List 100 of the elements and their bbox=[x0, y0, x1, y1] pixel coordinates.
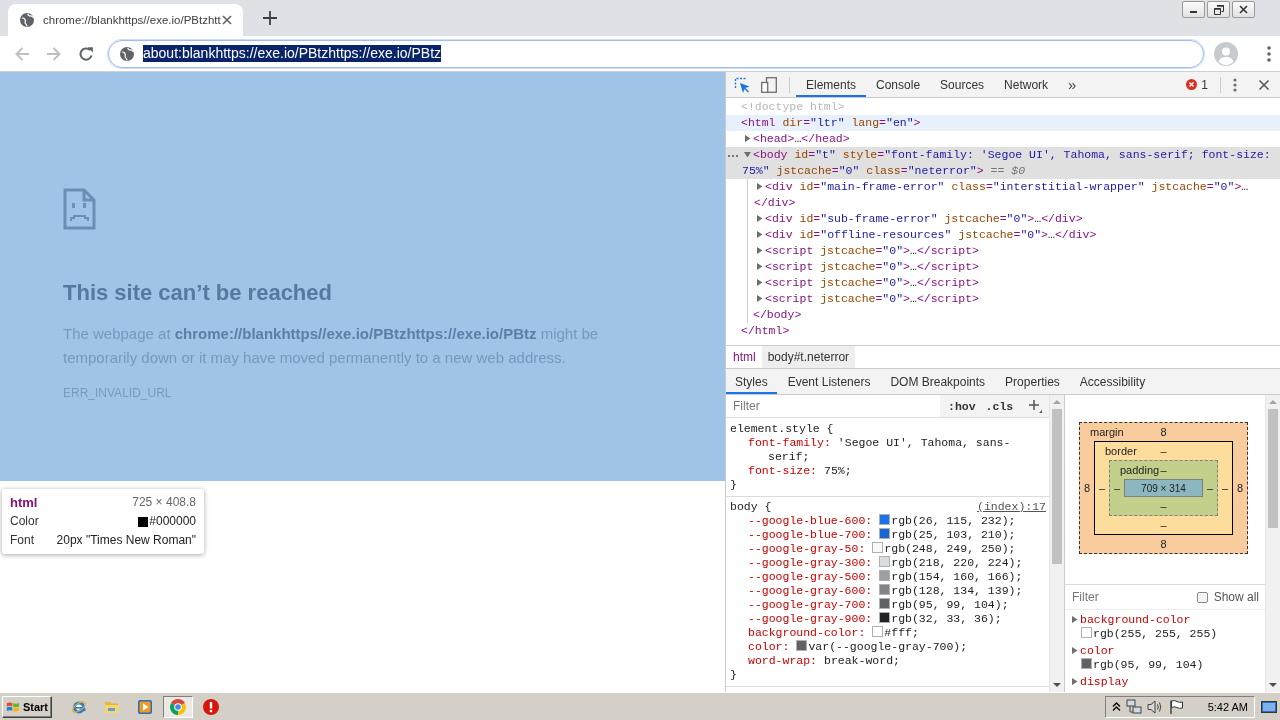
color-swatch-icon[interactable] bbox=[879, 584, 891, 595]
panel-tab[interactable]: DOM Breakpoints bbox=[881, 369, 995, 394]
more-tabs-button[interactable]: » bbox=[1058, 72, 1087, 97]
box-value: – bbox=[1098, 482, 1106, 494]
computed-property[interactable]: background-color rgb(255, 255, 255) bbox=[1065, 613, 1265, 641]
color-swatch-icon[interactable] bbox=[879, 570, 891, 581]
css-declaration[interactable]: font-size: 75%; bbox=[730, 464, 1046, 478]
caret-right-icon[interactable] bbox=[1071, 616, 1078, 623]
css-declaration[interactable]: font-family: 'Segoe UI', Tahoma, sans-serif; bbox=[730, 436, 1046, 464]
box-value: – bbox=[1160, 445, 1167, 457]
devtools-tab[interactable]: Elements bbox=[796, 72, 867, 97]
caret-right-icon[interactable] bbox=[756, 183, 763, 190]
css-declaration[interactable]: color: var(--google-gray-700); bbox=[730, 640, 1046, 654]
box-value: 8 bbox=[1160, 538, 1167, 550]
color-swatch-icon[interactable] bbox=[879, 612, 891, 623]
start-button[interactable]: Start bbox=[2, 695, 52, 718]
flag-icon[interactable] bbox=[1168, 698, 1184, 715]
clock[interactable]: 5:42 AM bbox=[1207, 700, 1248, 713]
plus-icon[interactable] bbox=[263, 11, 277, 25]
desktop-icon[interactable] bbox=[1261, 698, 1277, 715]
color-swatch-icon[interactable] bbox=[872, 542, 884, 553]
network-icon[interactable] bbox=[1126, 698, 1142, 715]
caret-right-icon[interactable] bbox=[756, 279, 763, 286]
css-declaration[interactable]: --google-gray-700: rgb(95, 99, 104); bbox=[730, 598, 1046, 612]
css-declaration[interactable]: --google-gray-500: rgb(154, 160, 166); bbox=[730, 570, 1046, 584]
computed-property[interactable]: color rgb(95, 99, 104) bbox=[1065, 644, 1265, 672]
panel-tab[interactable]: Accessibility bbox=[1070, 369, 1155, 394]
devtools-tab[interactable]: Sources bbox=[930, 72, 995, 97]
breadcrumb[interactable]: body#t.neterror bbox=[761, 346, 856, 368]
taskbar-button[interactable] bbox=[163, 695, 193, 718]
color-swatch-icon[interactable] bbox=[872, 626, 884, 637]
class-button[interactable]: .cls bbox=[980, 396, 1019, 416]
css-selector: element.style { bbox=[730, 422, 834, 436]
forward-arrow-icon bbox=[46, 45, 62, 62]
css-declaration[interactable]: background-color: #fff; bbox=[730, 626, 1046, 640]
caret-right-icon[interactable] bbox=[1071, 647, 1078, 654]
css-declaration[interactable]: --google-gray-50: rgb(248, 249, 250); bbox=[730, 542, 1046, 556]
close-icon[interactable] bbox=[1259, 79, 1269, 90]
breadcrumb[interactable]: html bbox=[727, 346, 762, 368]
color-swatch-icon[interactable] bbox=[879, 598, 891, 609]
css-declaration[interactable]: --google-gray-900: rgb(32, 33, 36); bbox=[730, 612, 1046, 626]
speaker-icon[interactable] bbox=[1147, 698, 1163, 715]
close-icon[interactable] bbox=[222, 15, 232, 25]
caret-down-icon[interactable] bbox=[744, 151, 751, 158]
color-swatch-icon[interactable] bbox=[879, 528, 891, 539]
source-link[interactable]: (index):17 bbox=[977, 500, 1046, 514]
scrollbar-thumb[interactable] bbox=[1052, 409, 1062, 564]
minimize-button[interactable] bbox=[1182, 1, 1205, 18]
exclamation-icon bbox=[203, 698, 219, 715]
computed-property[interactable]: display bbox=[1065, 675, 1265, 689]
caret-right-icon[interactable] bbox=[756, 247, 763, 254]
scrollbar[interactable] bbox=[1265, 395, 1280, 692]
dom-node-row[interactable]: <html dir="ltr" lang="en"> bbox=[726, 115, 1280, 131]
color-swatch-icon[interactable] bbox=[879, 556, 891, 567]
box-value: – bbox=[1160, 500, 1167, 512]
caret-right-icon[interactable] bbox=[744, 135, 751, 142]
hover-state-button[interactable]: :hov bbox=[943, 396, 981, 416]
error-counter[interactable]: 1 bbox=[1182, 77, 1212, 92]
panel-tab[interactable]: Event Listeners bbox=[778, 369, 880, 394]
globe-icon bbox=[120, 46, 134, 61]
kebab-menu-icon[interactable] bbox=[1267, 45, 1271, 62]
caret-right-icon[interactable] bbox=[756, 263, 763, 270]
checkbox-label[interactable]: Show all bbox=[1213, 590, 1259, 604]
css-declaration[interactable]: --google-blue-600: rgb(26, 115, 232); bbox=[730, 514, 1046, 528]
caret-right-icon[interactable] bbox=[1071, 678, 1078, 685]
play-icon bbox=[137, 698, 153, 715]
color-swatch-icon[interactable] bbox=[796, 640, 808, 651]
caret-right-icon[interactable] bbox=[756, 295, 763, 302]
close-button[interactable] bbox=[1232, 1, 1255, 18]
filter-field[interactable]: Filter bbox=[726, 395, 940, 417]
caret-down-icon[interactable] bbox=[1269, 683, 1277, 687]
restore-button[interactable] bbox=[1207, 1, 1230, 18]
dom-node-row[interactable]: <head>…</head> bbox=[726, 131, 1280, 147]
box-value: 8 bbox=[1083, 482, 1091, 494]
panel-tab[interactable]: Properties bbox=[996, 369, 1069, 394]
devtools-tab[interactable]: Console bbox=[866, 72, 931, 97]
color-swatch-icon[interactable] bbox=[879, 514, 891, 525]
browser-tab[interactable]: chrome://blankhttps//exe.io/PBtzhtt bbox=[8, 4, 243, 36]
css-declaration[interactable]: --google-blue-700: rgb(25, 103, 210); bbox=[730, 528, 1046, 542]
box-label: margin bbox=[1089, 426, 1124, 438]
address-text[interactable]: about:blankhttps://exe.io/PBtzhttps://exe.io/PBtz bbox=[143, 45, 442, 62]
error-icon bbox=[1186, 79, 1198, 90]
scrollbar[interactable] bbox=[1049, 395, 1064, 692]
caret-down-icon[interactable] bbox=[1053, 683, 1061, 687]
plus-icon[interactable] bbox=[1028, 399, 1043, 413]
css-declaration[interactable]: --google-gray-300: rgb(218, 220, 224); bbox=[730, 556, 1046, 570]
chevron-up-icon[interactable] bbox=[1112, 702, 1121, 711]
dom-node-row[interactable]: </html> bbox=[726, 323, 1280, 339]
caret-right-icon[interactable] bbox=[756, 215, 763, 222]
caret-right-icon[interactable] bbox=[756, 231, 763, 238]
kebab-menu-icon[interactable] bbox=[1233, 77, 1237, 92]
scrollbar-thumb[interactable] bbox=[1268, 409, 1278, 528]
css-declaration[interactable]: --google-gray-600: rgb(128, 134, 139); bbox=[730, 584, 1046, 598]
box-value: – bbox=[1221, 482, 1229, 494]
closing-brace: } bbox=[730, 668, 737, 681]
dom-node-row[interactable]: <body id="t" style="font-family: 'Segoe UI', Tahoma, sans-serif; font-size: 75%" jstcache="0" class="neterror"> == $0 bbox=[726, 147, 1280, 179]
devtools-tab[interactable]: Network bbox=[994, 72, 1059, 97]
css-declaration[interactable]: word-wrap: break-word; bbox=[730, 654, 1046, 668]
windows-flag-icon bbox=[6, 699, 20, 714]
show-all-checkbox[interactable] bbox=[1196, 591, 1208, 603]
